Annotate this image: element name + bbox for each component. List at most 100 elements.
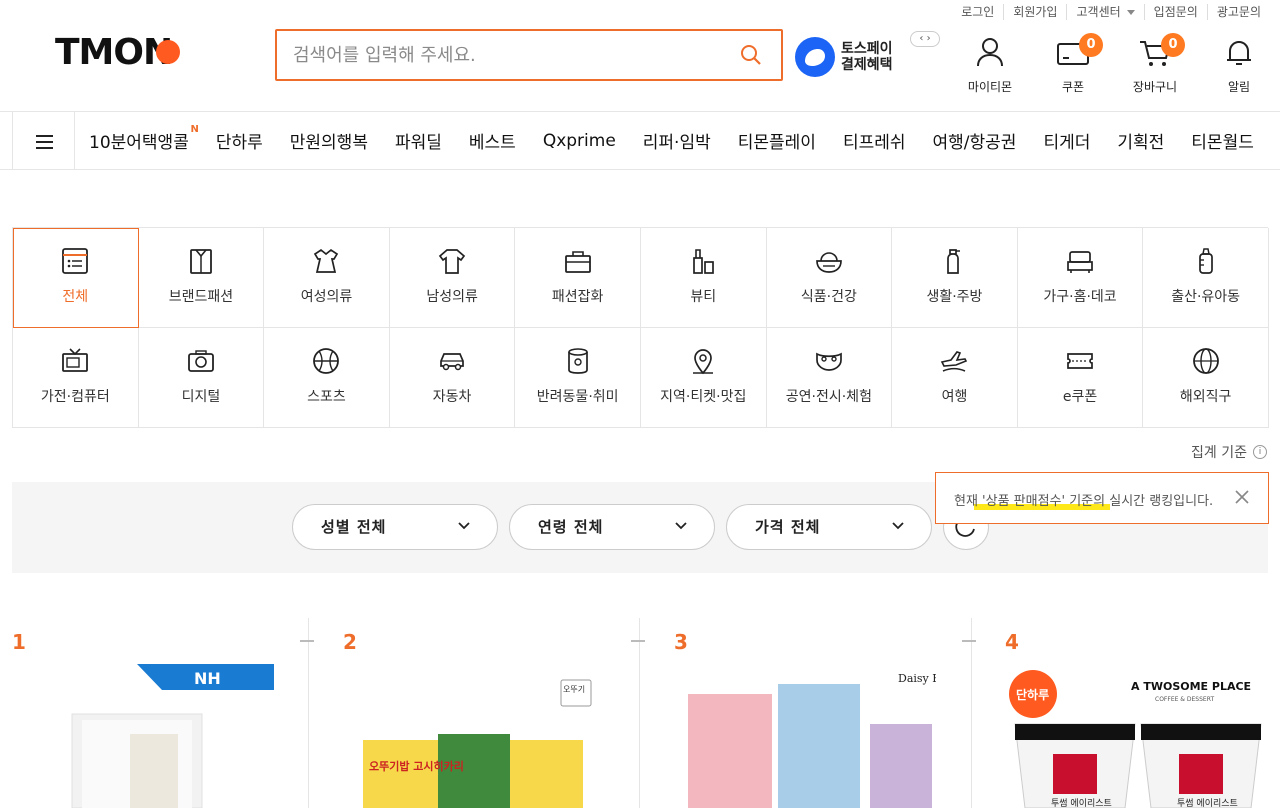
- category-pet-hobby[interactable]: 반려동물·취미: [515, 328, 641, 428]
- category-food-health[interactable]: 식품·건강: [766, 228, 893, 328]
- category-women-clothing[interactable]: 여성의류: [264, 228, 390, 328]
- cart-count-badge: 0: [1161, 33, 1185, 57]
- signup-link[interactable]: 회원가입: [1003, 4, 1066, 20]
- category-grid: 전체 브랜드패션 여성의류 남성의류 패션잡화 뷰티 식품·건강 생활·주방 가…: [12, 227, 1269, 428]
- svg-text:A TWOSOME PLACE: A TWOSOME PLACE: [1131, 680, 1251, 693]
- user-icon: [977, 38, 1003, 67]
- svg-text:COFFEE & DESSERT: COFFEE & DESSERT: [1155, 696, 1214, 703]
- category-sports[interactable]: 스포츠: [264, 328, 390, 428]
- category-label: 자동차: [432, 389, 472, 405]
- svg-text:오뚜기밥 고시히카리: 오뚜기밥 고시히카리: [369, 759, 464, 773]
- rank-change-icon: [962, 640, 976, 642]
- category-ecoupon[interactable]: e쿠폰: [1017, 328, 1144, 428]
- category-label: 여성의류: [300, 289, 353, 305]
- tshirt-icon: [438, 249, 466, 274]
- ad-inquiry-link[interactable]: 광고문의: [1206, 4, 1270, 20]
- category-appliance-computer[interactable]: 가전·컴퓨터: [13, 328, 139, 428]
- login-link[interactable]: 로그인: [952, 4, 1003, 20]
- camera-icon: [187, 350, 214, 372]
- bowl-icon: [816, 252, 842, 273]
- bag-icon: [564, 251, 591, 273]
- nav-item[interactable]: 리퍼·임박: [643, 128, 711, 153]
- location-pin-icon: [693, 349, 714, 375]
- tmon-logo[interactable]: TMON: [55, 33, 200, 69]
- category-local-ticket[interactable]: 지역·티켓·맛집: [640, 328, 767, 428]
- logo-o-mark: [156, 40, 180, 64]
- cart-button[interactable]: 0 장바구니: [1125, 33, 1185, 95]
- price-filter-select[interactable]: 가격 전체: [726, 504, 932, 550]
- age-filter-select[interactable]: 연령 전체: [509, 504, 715, 550]
- toss-logo-icon: [795, 37, 835, 77]
- category-label: 브랜드패션: [168, 289, 234, 305]
- category-car[interactable]: 자동차: [389, 328, 516, 428]
- product-card[interactable]: 3 Daisy Rose: [674, 618, 976, 808]
- coupon-count-badge: 0: [1079, 33, 1103, 57]
- product-card[interactable]: 1 NH: [12, 618, 314, 808]
- banner-arrows[interactable]: ‹ ›: [910, 31, 940, 47]
- toss-pay-banner[interactable]: 토스페이 결제혜택: [795, 37, 893, 77]
- svg-text:단하루: 단하루: [1016, 687, 1049, 702]
- baby-bottle-icon: [1198, 248, 1213, 274]
- nav-item[interactable]: 티프레쉬: [843, 128, 906, 153]
- mytmon-button[interactable]: 마이티몬: [960, 36, 1020, 95]
- search-icon[interactable]: [739, 43, 763, 67]
- alarm-button[interactable]: 알림: [1209, 36, 1269, 95]
- nav-item[interactable]: 티몬플레이: [738, 128, 816, 153]
- chevron-down-icon: [458, 522, 470, 530]
- category-men-clothing[interactable]: 남성의류: [389, 228, 516, 328]
- coupon-button[interactable]: 0 쿠폰: [1043, 33, 1103, 95]
- pet-food-icon: [567, 348, 588, 374]
- svg-text:NH: NH: [194, 669, 221, 688]
- new-badge: N: [190, 124, 199, 135]
- cart-label: 장바구니: [1132, 80, 1178, 94]
- ranking-tooltip: 현재 '상품 판매점수' 기준의 실시간 랭킹입니다.: [935, 472, 1269, 524]
- category-label: e쿠폰: [1062, 389, 1098, 405]
- seller-inquiry-link[interactable]: 입점문의: [1143, 4, 1207, 20]
- nav-item[interactable]: 단하루: [216, 128, 263, 153]
- gender-filter-select[interactable]: 성별 전체: [292, 504, 498, 550]
- hamburger-menu-icon[interactable]: [12, 112, 75, 169]
- search-input[interactable]: [277, 31, 717, 79]
- category-beauty[interactable]: 뷰티: [640, 228, 767, 328]
- product-card[interactable]: 4 단하루 A TWOSOME PLACE COFFEE & DESSERT 투…: [1005, 618, 1280, 808]
- globe-icon: [1192, 348, 1219, 374]
- category-travel[interactable]: 여행: [892, 328, 1018, 428]
- nav-item[interactable]: 파워딜: [395, 128, 442, 153]
- nav-item[interactable]: 베스트: [469, 128, 516, 153]
- basketball-icon: [313, 348, 340, 374]
- category-digital[interactable]: 디지털: [138, 328, 265, 428]
- svg-text:오뚜기: 오뚜기: [563, 685, 585, 694]
- category-brand-fashion[interactable]: 브랜드패션: [138, 228, 265, 328]
- nav-item[interactable]: 티게더: [1043, 128, 1090, 153]
- toss-text: 토스페이 결제혜택: [841, 41, 893, 73]
- bottle-icon: [947, 249, 961, 274]
- category-baby-kids[interactable]: 출산·유아동: [1143, 228, 1269, 328]
- nav-item[interactable]: 티몬월드: [1191, 128, 1254, 153]
- category-fashion-goods[interactable]: 패션잡화: [515, 228, 641, 328]
- nav-item[interactable]: 만원의행복: [290, 128, 368, 153]
- info-icon: i: [1253, 445, 1267, 459]
- rank-change-icon: [631, 640, 645, 642]
- category-label: 스포츠: [307, 389, 346, 405]
- rank-number: 1: [12, 630, 26, 654]
- category-performance[interactable]: 공연·전시·체험: [766, 328, 893, 428]
- car-icon: [440, 353, 464, 371]
- ranking-criteria[interactable]: 집계 기준 i: [1191, 442, 1267, 462]
- category-living-kitchen[interactable]: 생활·주방: [892, 228, 1018, 328]
- rank-number: 3: [674, 630, 688, 654]
- close-icon[interactable]: [1234, 489, 1250, 505]
- category-global-direct[interactable]: 해외직구: [1143, 328, 1269, 428]
- nav-item[interactable]: Qxprime: [543, 131, 616, 151]
- rank-change-icon: [300, 640, 314, 642]
- customer-center-link[interactable]: 고객센터: [1066, 4, 1143, 20]
- product-card[interactable]: 2 오뚜기 오뚜기밥 고시히카리: [343, 618, 645, 808]
- category-furniture-home[interactable]: 가구·홈·데코: [1017, 228, 1144, 328]
- category-label: 생활·주방: [926, 289, 983, 305]
- category-label: 공연·전시·체험: [785, 389, 872, 405]
- coupon-label: 쿠폰: [1061, 80, 1085, 94]
- nav-item[interactable]: 여행/항공권: [933, 128, 1017, 153]
- category-all[interactable]: 전체: [13, 228, 139, 328]
- nav-item[interactable]: 기획전: [1117, 128, 1164, 153]
- nav-item[interactable]: 10분어택앵콜 N: [89, 124, 199, 153]
- ticket-icon: [1067, 353, 1093, 369]
